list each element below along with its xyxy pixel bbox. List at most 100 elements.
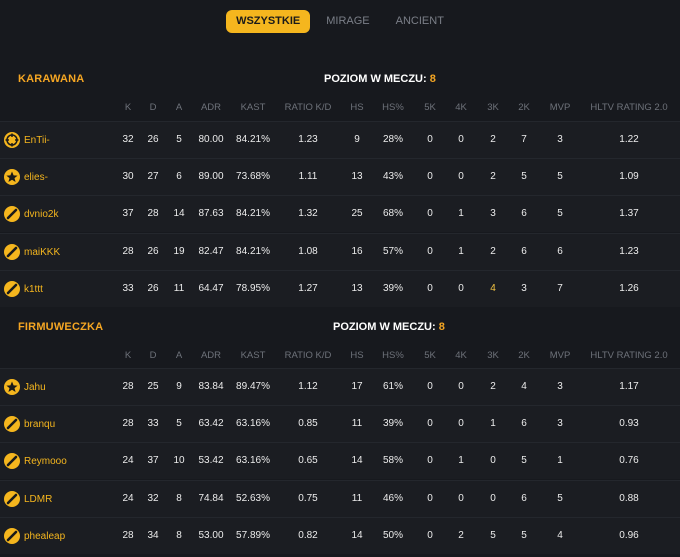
star-icon <box>4 169 20 185</box>
column-header: 4K <box>455 350 467 361</box>
stat-cell: 5 <box>521 455 527 466</box>
player-row[interactable]: EnTii- 32 26 5 80.00 84.21% 1.23 9 28% 0 0 2 7 3 1.22 <box>0 121 680 158</box>
tab-mirage[interactable]: MIRAGE <box>316 10 379 33</box>
stat-cell: 2 <box>458 530 464 541</box>
stat-cell: 43% <box>382 171 404 182</box>
player-name[interactable]: phealeap <box>24 531 65 542</box>
player-cell[interactable]: Reymooo <box>4 453 67 469</box>
player-name[interactable]: EnTii- <box>24 135 50 146</box>
stat-cell: 0 <box>458 134 464 145</box>
stat-cell: 0.82 <box>298 530 318 541</box>
stat-cell: 26 <box>147 246 159 257</box>
team-header: FIRMUWECZKA POZIOM W MECZU: 8 <box>0 321 680 341</box>
player-name[interactable]: Reymooo <box>24 456 67 467</box>
stats-header-row: K D A ADR KAST RATIO K/D HS HS% 5K 4K 3K 2K MVP HLTV … <box>0 350 680 366</box>
stat-cell: 37 <box>147 455 159 466</box>
stat-cell: 5 <box>557 171 563 182</box>
player-row[interactable]: maiKKK 28 26 19 82.47 84.21% 1.08 16 57% 0 1 2 6 6 1.… <box>0 233 680 270</box>
stat-cell: 26 <box>147 283 159 294</box>
stat-cell: 1 <box>458 246 464 257</box>
stat-cell: 6 <box>521 246 527 257</box>
stat-cell: 24 <box>122 455 134 466</box>
team-name: KARAWANA <box>18 73 85 85</box>
stat-cell: 32 <box>122 134 134 145</box>
stat-cell: 1.11 <box>298 171 318 182</box>
player-cell[interactable]: dvnio2k <box>4 206 58 222</box>
stat-cell: 26 <box>147 134 159 145</box>
column-header: KAST <box>240 102 266 113</box>
player-name[interactable]: LDMR <box>24 494 52 505</box>
column-header: ADR <box>200 350 222 361</box>
stat-cell: 87.63 <box>198 208 224 219</box>
stat-cell: 4 <box>557 530 563 541</box>
column-header: 2K <box>518 102 530 113</box>
stat-cell: 5 <box>521 171 527 182</box>
stat-cell: 83.84 <box>198 381 224 392</box>
player-cell[interactable]: Jahu <box>4 379 46 395</box>
stat-cell: 63.42 <box>198 418 224 429</box>
match-level: POZIOM W MECZU: 8 <box>324 73 436 85</box>
player-row[interactable]: phealeap 28 34 8 53.00 57.89% 0.82 14 50% 0 2 5 5 4 0… <box>0 517 680 554</box>
stat-cell: 9 <box>176 381 182 392</box>
stat-cell: 53.00 <box>198 530 224 541</box>
stat-cell: 5 <box>176 134 182 145</box>
player-name[interactable]: elies- <box>24 172 48 183</box>
stat-cell: 14 <box>173 208 185 219</box>
stat-cell: 1.23 <box>298 134 318 145</box>
player-cell[interactable]: EnTii- <box>4 132 50 148</box>
stat-cell: 2 <box>490 246 496 257</box>
column-header: 5K <box>424 350 436 361</box>
stat-cell: 61% <box>382 381 404 392</box>
stat-cell: 5 <box>521 530 527 541</box>
player-cell[interactable]: branqu <box>4 416 55 432</box>
stripe-icon <box>4 491 20 507</box>
stat-cell: 64.47 <box>198 283 224 294</box>
player-cell[interactable]: k1ttt <box>4 281 43 297</box>
player-cell[interactable]: elies- <box>4 169 48 185</box>
stat-cell: 28 <box>122 246 134 257</box>
stat-cell: 13 <box>351 171 363 182</box>
player-name[interactable]: dvnio2k <box>24 209 58 220</box>
stat-cell: 13 <box>351 283 363 294</box>
stat-cell: 28 <box>147 208 159 219</box>
stat-cell: 0 <box>458 418 464 429</box>
player-name[interactable]: branqu <box>24 419 55 430</box>
player-row[interactable]: k1ttt 33 26 11 64.47 78.95% 1.27 13 39% 0 0 4 3 7 1.2… <box>0 270 680 307</box>
stripe-icon <box>4 244 20 260</box>
stat-cell: 4 <box>521 381 527 392</box>
stat-cell: 5 <box>176 418 182 429</box>
stat-cell: 8 <box>176 530 182 541</box>
stat-cell: 30 <box>122 171 134 182</box>
player-row[interactable]: dvnio2k 37 28 14 87.63 84.21% 1.32 25 68% 0 1 3 6 5 1… <box>0 195 680 232</box>
column-header: HS% <box>382 350 404 361</box>
stat-cell: 0.76 <box>619 455 639 466</box>
player-row[interactable]: Jahu 28 25 9 83.84 89.47% 1.12 17 61% 0 0 2 4 3 1.17 <box>0 368 680 405</box>
player-cell[interactable]: maiKKK <box>4 244 60 260</box>
player-cell[interactable]: phealeap <box>4 528 65 544</box>
player-name[interactable]: k1ttt <box>24 284 43 295</box>
stat-cell: 84.21% <box>236 246 270 257</box>
stat-cell: 1 <box>557 455 563 466</box>
player-name[interactable]: Jahu <box>24 382 46 393</box>
stat-cell: 1.12 <box>298 381 318 392</box>
team-header: KARAWANA POZIOM W MECZU: 8 <box>0 73 680 93</box>
stat-cell: 14 <box>351 530 363 541</box>
stat-cell: 39% <box>382 418 404 429</box>
tab-all[interactable]: WSZYSTKIE <box>226 10 311 33</box>
stat-cell: 3 <box>557 134 563 145</box>
player-row[interactable]: branqu 28 33 5 63.42 63.16% 0.85 11 39% 0 0 1 6 3 0.9… <box>0 405 680 442</box>
stat-cell: 1 <box>490 418 496 429</box>
player-row[interactable]: Reymooo 24 37 10 53.42 63.16% 0.65 14 58% 0 1 0 5 1 0… <box>0 442 680 479</box>
player-row[interactable]: LDMR 24 32 8 74.84 52.63% 0.75 11 46% 0 0 0 6 5 0.88 <box>0 480 680 517</box>
column-header: A <box>175 350 183 361</box>
stat-cell: 1.09 <box>619 171 639 182</box>
column-header: MVP <box>549 350 571 361</box>
player-cell[interactable]: LDMR <box>4 491 52 507</box>
player-row[interactable]: elies- 30 27 6 89.00 73.68% 1.11 13 43% 0 0 2 5 5 1.0… <box>0 158 680 195</box>
tab-ancient[interactable]: ANCIENT <box>386 10 454 33</box>
stat-cell: 2 <box>490 381 496 392</box>
stat-cell: 0 <box>427 246 433 257</box>
player-name[interactable]: maiKKK <box>24 247 60 258</box>
column-header: MVP <box>549 102 571 113</box>
match-stats-page: WSZYSTKIE MIRAGE ANCIENT KARAWANA POZIOM… <box>0 0 680 557</box>
